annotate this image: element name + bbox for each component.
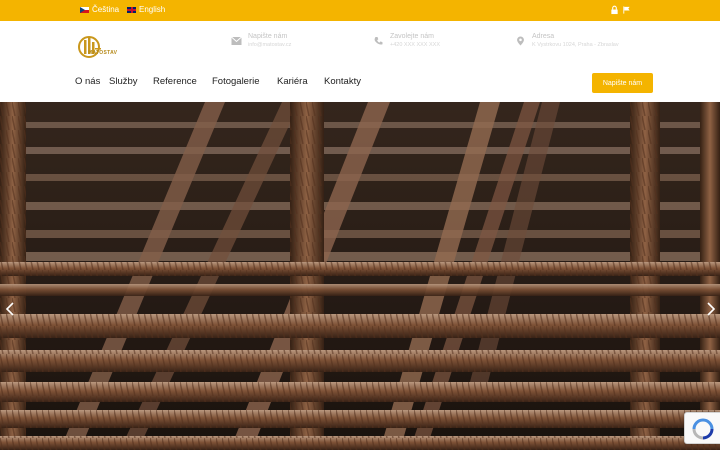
- language-english[interactable]: English: [127, 5, 165, 14]
- nav-item-o-nas[interactable]: O nás: [75, 76, 100, 87]
- language-czech[interactable]: Čeština: [80, 5, 119, 14]
- nav-item-o-nas-label: O nás: [75, 76, 101, 87]
- nav-item-sluzby[interactable]: Služby: [109, 76, 138, 87]
- write-us-button[interactable]: Napište nám: [592, 73, 653, 93]
- nav-item-reference[interactable]: Reference: [153, 76, 197, 87]
- company-logo[interactable]: [78, 34, 158, 60]
- language-english-label: English: [139, 5, 166, 14]
- contact-phone-value: +420 XXX XXX XXX: [390, 42, 440, 48]
- contact-email[interactable]: Napište nám info@matostav.cz: [231, 32, 291, 50]
- phone-icon: [374, 37, 383, 45]
- logo-text: MATOSTAV: [88, 50, 118, 56]
- map-pin-icon: [517, 36, 524, 46]
- nav-item-reference-label: Reference: [153, 76, 197, 87]
- nav-item-fotogalerie[interactable]: Fotogalerie: [212, 76, 260, 87]
- recaptcha-badge[interactable]: [684, 412, 720, 444]
- nav-item-fotogalerie-label: Fotogalerie: [212, 76, 260, 87]
- cz-flag-icon: [80, 6, 89, 13]
- contact-email-title: Napište nám: [248, 33, 288, 40]
- envelope-icon: [231, 36, 242, 45]
- contact-phone-title: Zavolejte nám: [390, 33, 434, 40]
- contact-phone[interactable]: Zavolejte nám +420 XXX XXX XXX: [373, 32, 440, 50]
- nav-item-kontakty[interactable]: Kontakty: [324, 76, 361, 87]
- contact-address-title: Adresa: [532, 33, 555, 40]
- lock-icon[interactable]: [610, 5, 619, 15]
- language-czech-label: Čeština: [92, 5, 120, 14]
- nav-item-kontakty-label: Kontakty: [324, 76, 361, 87]
- contact-email-value: info@matostav.cz: [248, 42, 292, 48]
- nav-item-kariera[interactable]: Kariéra: [277, 76, 308, 87]
- contact-address-value: K Vystrkovu 1024, Praha - Zbraslav: [532, 42, 619, 48]
- uk-flag-icon: [127, 6, 136, 13]
- hero-image: [0, 102, 720, 450]
- hero-slider: [0, 102, 720, 450]
- recaptcha-icon: [692, 418, 714, 440]
- contact-address[interactable]: Adresa K Vystrkovu 1024, Praha - Zbrasla…: [515, 32, 619, 50]
- chevron-left-icon[interactable]: [5, 302, 15, 316]
- flag-icon[interactable]: [622, 5, 631, 15]
- nav-item-kariera-label: Kariéra: [277, 76, 308, 87]
- chevron-right-icon[interactable]: [706, 302, 716, 316]
- top-bar: Čeština English: [0, 0, 720, 21]
- nav-item-sluzby-label: Služby: [109, 76, 138, 87]
